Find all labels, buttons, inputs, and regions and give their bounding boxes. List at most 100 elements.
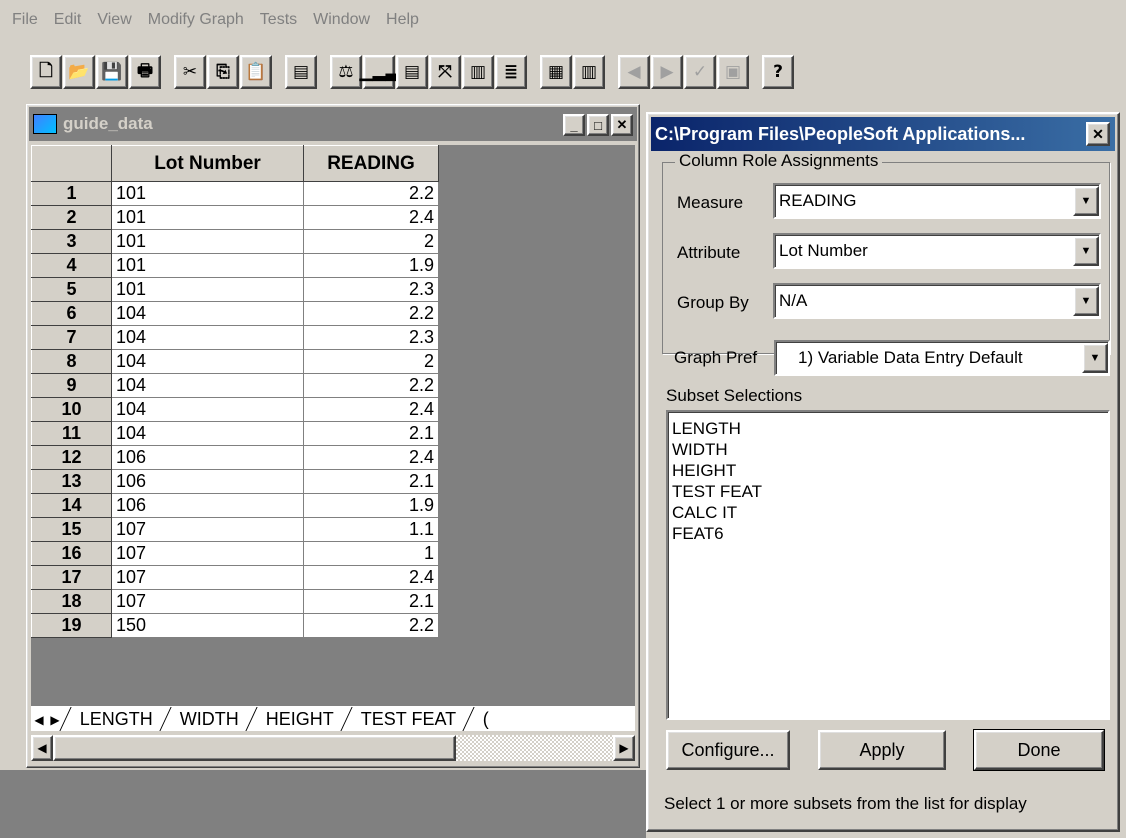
lot-number-cell[interactable]: 107 [111, 541, 304, 566]
list-item[interactable]: HEIGHT [672, 460, 1104, 481]
lot-number-cell[interactable]: 104 [111, 421, 304, 446]
lot-number-cell[interactable]: 104 [111, 397, 304, 422]
check-icon[interactable]: ✓ [684, 55, 716, 89]
row-number[interactable]: 13 [31, 469, 112, 494]
lot-number-cell[interactable]: 150 [111, 613, 304, 638]
reading-cell[interactable]: 2.4 [303, 445, 439, 470]
reading-cell[interactable]: 2 [303, 229, 439, 254]
row-number[interactable]: 12 [31, 445, 112, 470]
menu-window[interactable]: Window [305, 11, 378, 29]
lot-number-cell[interactable]: 101 [111, 229, 304, 254]
reading-cell[interactable]: 2.4 [303, 565, 439, 590]
list-item[interactable]: CALC IT [672, 502, 1104, 523]
row-number[interactable]: 10 [31, 397, 112, 422]
row-number[interactable]: 9 [31, 373, 112, 398]
chevron-down-icon[interactable]: ▼ [1073, 236, 1099, 266]
box-icon[interactable]: ▥ [462, 55, 494, 89]
done-button[interactable]: Done [973, 729, 1105, 771]
reading-cell[interactable]: 2.3 [303, 277, 439, 302]
sheet-tab-height[interactable]: HEIGHT [245, 707, 350, 731]
lot-number-cell[interactable]: 106 [111, 493, 304, 518]
data-window-titlebar[interactable]: guide_data _ □ ✕ [29, 107, 637, 141]
layout-icon[interactable]: ▣ [717, 55, 749, 89]
apply-button[interactable]: Apply [818, 730, 946, 770]
menu-file[interactable]: File [4, 11, 46, 29]
prev-icon[interactable]: ◀ [618, 55, 650, 89]
chevron-down-icon[interactable]: ▼ [1073, 186, 1099, 216]
histogram-icon[interactable]: ▁▂▃ [359, 55, 399, 89]
row-number[interactable]: 14 [31, 493, 112, 518]
row-number[interactable]: 4 [31, 253, 112, 278]
paste-icon[interactable]: 📋 [240, 55, 272, 89]
reading-cell[interactable]: 2.1 [303, 469, 439, 494]
row-number[interactable]: 11 [31, 421, 112, 446]
row-number[interactable]: 5 [31, 277, 112, 302]
close-button[interactable]: ✕ [611, 114, 633, 136]
sheet-tab-length[interactable]: LENGTH [59, 707, 169, 731]
reading-cell[interactable]: 1.1 [303, 517, 439, 542]
subset-list[interactable]: LENGTH WIDTH HEIGHT TEST FEAT CALC IT FEAT6 [666, 410, 1110, 720]
next-icon[interactable]: ▶ [651, 55, 683, 89]
lot-number-cell[interactable]: 106 [111, 445, 304, 470]
menu-modify-graph[interactable]: Modify Graph [140, 11, 252, 29]
measure-select[interactable]: READING ▼ [773, 183, 1101, 219]
row-number[interactable]: 1 [31, 181, 112, 206]
lot-number-cell[interactable]: 104 [111, 325, 304, 350]
maximize-button[interactable]: □ [587, 114, 609, 136]
open-icon[interactable]: 📂 [63, 55, 95, 89]
reading-cell[interactable]: 2 [303, 349, 439, 374]
graph-pref-select[interactable]: 1) Variable Data Entry Default ▼ [774, 340, 1110, 376]
attribute-select[interactable]: Lot Number ▼ [773, 233, 1101, 269]
reading-cell[interactable]: 2.4 [303, 397, 439, 422]
row-number[interactable]: 19 [31, 613, 112, 638]
reading-cell[interactable]: 2.3 [303, 325, 439, 350]
reading-cell[interactable]: 1 [303, 541, 439, 566]
scatter-icon[interactable]: ⤧ [429, 55, 461, 89]
scroll-thumb[interactable] [53, 735, 456, 761]
list-item[interactable]: LENGTH [672, 418, 1104, 439]
lot-number-cell[interactable]: 101 [111, 253, 304, 278]
chevron-down-icon[interactable]: ▼ [1082, 343, 1108, 373]
lot-number-cell[interactable]: 101 [111, 277, 304, 302]
control-chart-icon[interactable]: ⚖ [330, 55, 362, 89]
row-number[interactable]: 3 [31, 229, 112, 254]
save-icon[interactable]: 💾 [96, 55, 128, 89]
list-item[interactable]: FEAT6 [672, 523, 1104, 544]
row-number[interactable]: 18 [31, 589, 112, 614]
pareto-icon[interactable]: ▤ [396, 55, 428, 89]
new-icon[interactable]: 🗋 [30, 55, 62, 89]
lot-number-cell[interactable]: 104 [111, 301, 304, 326]
help-icon[interactable]: ? [762, 55, 794, 89]
reading-cell[interactable]: 2.1 [303, 421, 439, 446]
reading-cell[interactable]: 2.2 [303, 613, 439, 638]
reading-cell[interactable]: 2.1 [303, 589, 439, 614]
group-by-select[interactable]: N/A ▼ [773, 283, 1101, 319]
menu-edit[interactable]: Edit [46, 11, 90, 29]
corner-cell[interactable] [31, 145, 112, 182]
reading-cell[interactable]: 2.4 [303, 205, 439, 230]
sheet-tab-test-feat[interactable]: TEST FEAT [340, 707, 472, 731]
lot-number-cell[interactable]: 104 [111, 373, 304, 398]
reading-cell[interactable]: 2.2 [303, 373, 439, 398]
lot-number-cell[interactable]: 107 [111, 517, 304, 542]
configure-button[interactable]: Configure... [666, 730, 790, 770]
lot-number-cell[interactable]: 106 [111, 469, 304, 494]
scroll-left-arrow-icon[interactable]: ◀ [31, 735, 53, 761]
reading-cell[interactable]: 2.2 [303, 301, 439, 326]
minimize-button[interactable]: _ [563, 114, 585, 136]
row-number[interactable]: 16 [31, 541, 112, 566]
chevron-down-icon[interactable]: ▼ [1073, 286, 1099, 316]
row-number[interactable]: 8 [31, 349, 112, 374]
scroll-right-arrow-icon[interactable]: ▶ [613, 735, 635, 761]
cut-icon[interactable]: ✂ [174, 55, 206, 89]
lot-number-cell[interactable]: 101 [111, 181, 304, 206]
menu-view[interactable]: View [89, 11, 139, 29]
tab-scroll-left-button[interactable]: ◀ [31, 709, 47, 731]
list-item[interactable]: WIDTH [672, 439, 1104, 460]
row-number[interactable]: 17 [31, 565, 112, 590]
lot-number-cell[interactable]: 107 [111, 589, 304, 614]
menu-tests[interactable]: Tests [252, 11, 305, 29]
row-number[interactable]: 15 [31, 517, 112, 542]
list-item[interactable]: TEST FEAT [672, 481, 1104, 502]
row-number[interactable]: 6 [31, 301, 112, 326]
